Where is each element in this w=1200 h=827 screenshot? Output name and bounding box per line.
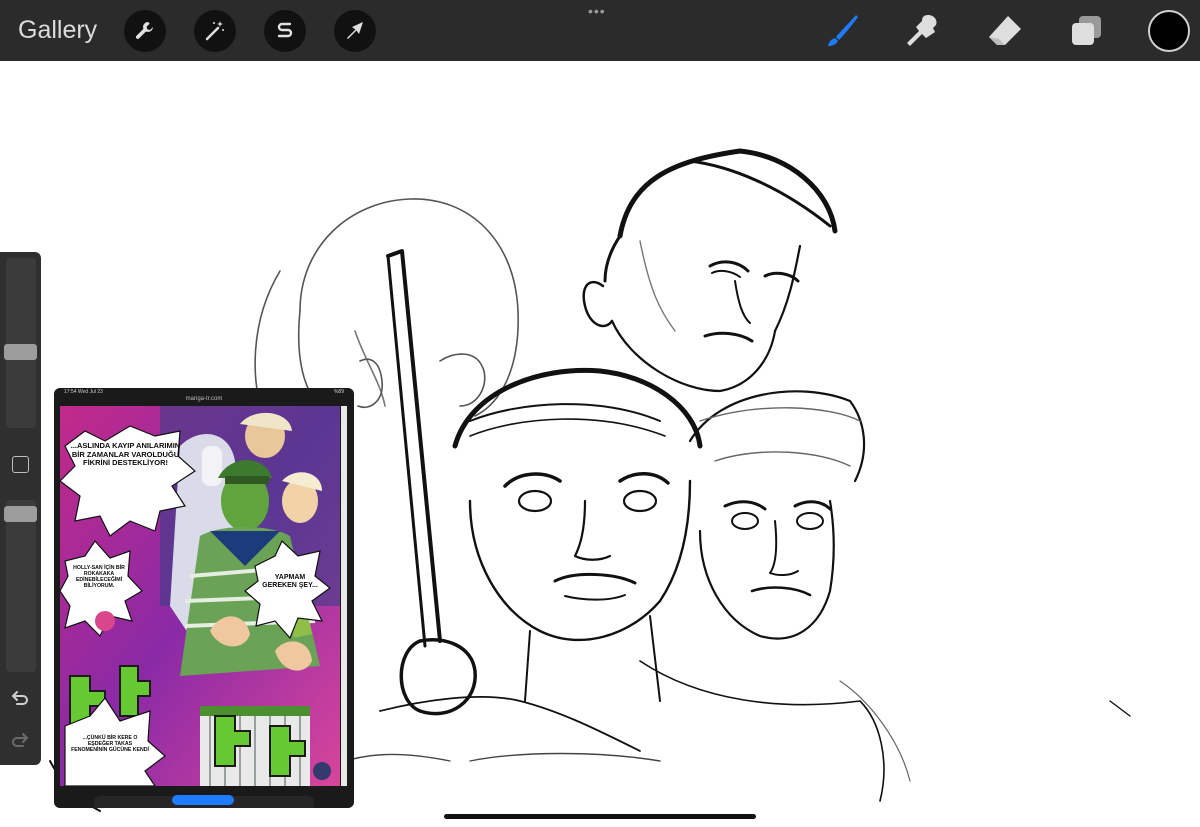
gallery-button[interactable]: Gallery xyxy=(18,16,97,45)
opacity-slider[interactable] xyxy=(4,500,37,672)
actions-button[interactable] xyxy=(124,10,166,52)
speech-bubble-1: ...ASLINDA KAYIP ANILARIMIN BİR ZAMANLAR… xyxy=(70,441,181,468)
brush-icon[interactable] xyxy=(822,12,862,50)
reference-scrollbar[interactable] xyxy=(341,406,347,786)
undo-icon[interactable] xyxy=(10,688,30,708)
opacity-thumb[interactable] xyxy=(4,506,37,522)
color-picker-button[interactable] xyxy=(1148,10,1190,52)
layers-icon[interactable] xyxy=(1067,12,1107,50)
multitask-dots[interactable]: ••• xyxy=(588,4,606,18)
transform-arrow-icon xyxy=(347,22,363,39)
adjustments-button[interactable] xyxy=(194,10,236,52)
home-indicator[interactable] xyxy=(444,814,756,819)
selection-button[interactable] xyxy=(264,10,306,52)
transform-button[interactable] xyxy=(334,10,376,52)
brush-size-slider[interactable] xyxy=(4,258,37,428)
smudge-icon[interactable] xyxy=(904,12,944,50)
speech-bubble-4: ...ÇÜNKÜ BİR KERE O EŞDEĞER TAKAS FENOME… xyxy=(71,735,149,753)
brush-sidebar xyxy=(0,252,41,765)
reference-window[interactable]: 17:54 Wed Jul 23 %89 manga-tr.com ...ASL… xyxy=(54,388,354,808)
top-toolbar: Gallery ••• xyxy=(0,0,1200,61)
brush-size-thumb[interactable] xyxy=(4,344,37,360)
magic-wand-icon xyxy=(205,21,224,41)
reference-url[interactable]: manga-tr.com xyxy=(54,396,354,402)
manga-page: ...ASLINDA KAYIP ANILARIMIN BİR ZAMANLAR… xyxy=(60,406,340,786)
reference-battery: %89 xyxy=(333,389,344,395)
redo-icon[interactable] xyxy=(10,730,30,750)
modify-square-icon[interactable] xyxy=(12,456,29,473)
wrench-icon xyxy=(135,22,153,39)
speech-bubble-2: HOLLY-SAN İÇİN BİR ROKAKAKA EDİNEBİLECEĞ… xyxy=(73,565,125,589)
eraser-icon[interactable] xyxy=(985,12,1025,50)
selection-icon xyxy=(277,22,293,38)
reference-resize-handle[interactable] xyxy=(172,795,234,805)
reference-time: 17:54 Wed Jul 23 xyxy=(64,389,103,395)
speech-bubble-3: YAPMAM GEREKEN ŞEY... xyxy=(262,574,318,590)
